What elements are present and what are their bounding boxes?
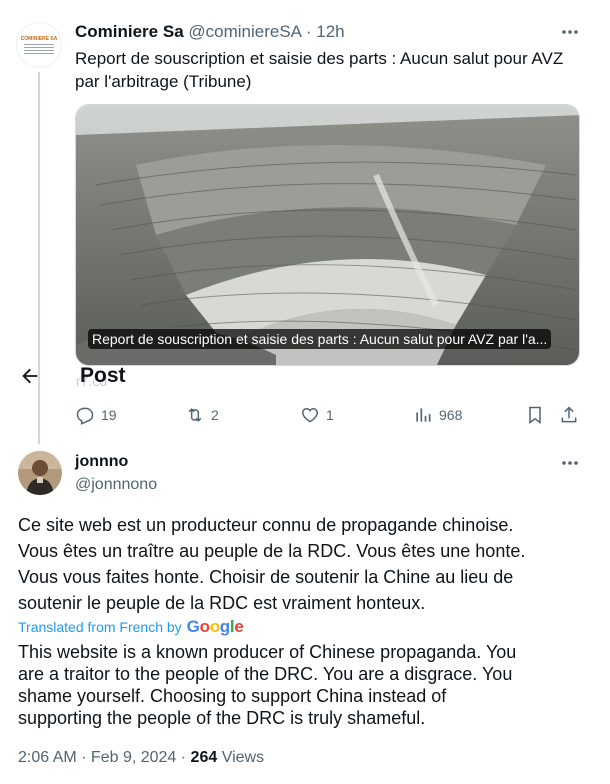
translation-line: This website is a known producer of Chin… — [18, 642, 517, 662]
more-options-icon[interactable] — [560, 453, 580, 473]
translation-line: shame yourself. Choosing to support Chin… — [18, 686, 447, 706]
reply-icon — [76, 407, 94, 425]
like-button[interactable]: 1 — [300, 401, 334, 429]
parent-tweet-text: Report de souscription et saisie des par… — [75, 49, 564, 91]
parent-display-name[interactable]: Cominiere Sa — [75, 22, 184, 41]
share-icon — [561, 406, 577, 423]
translation-line: supporting the people of the DRC is trul… — [18, 708, 426, 728]
analytics-icon — [416, 408, 431, 422]
translated-label: Translated from French by — [18, 619, 182, 635]
like-count: 1 — [326, 407, 334, 423]
reply-button[interactable]: 19 — [75, 401, 117, 429]
parent-time[interactable]: 12h — [316, 22, 344, 41]
tweet-text-line: soutenir le peuple de la RDC est vraimen… — [18, 593, 426, 613]
google-logo: Google — [186, 617, 244, 636]
tweet-timestamp[interactable]: 2:06 AM · Feb 9, 2024 · — [18, 749, 186, 766]
view-count: 968 — [439, 407, 463, 423]
tweet-text-translation: This website is a known producer of Chin… — [18, 641, 588, 729]
parent-tweet-header: Cominiere Sa @cominiereSA · 12h — [75, 22, 345, 42]
author-display-name[interactable]: jonnno — [75, 453, 128, 471]
more-options-icon[interactable] — [560, 22, 580, 42]
thread-connector-line — [38, 72, 40, 444]
parent-separator: · — [305, 22, 312, 41]
avatar-logo-lines — [24, 44, 54, 54]
avatar-logo-text: COMINIERE SA — [20, 36, 58, 42]
tweet-metadata: 2:06 AM · Feb 9, 2024 · 264 Views — [18, 749, 264, 767]
heart-icon — [302, 407, 318, 423]
parent-tweet-actions: 19 2 1 968 — [75, 401, 585, 429]
tweet-detail-page: COMINIERE SA Cominiere Sa @cominiereSA ·… — [0, 0, 610, 784]
cominiere-avatar[interactable]: COMINIERE SA — [16, 22, 62, 68]
translation-line: are a traitor to the people of the DRC. … — [18, 664, 513, 684]
page-title: Post — [80, 364, 126, 387]
translation-attribution[interactable]: Translated from French by Google — [18, 617, 244, 637]
tweet-text-line: Vous vous faites honte. Choisir de soute… — [18, 567, 514, 587]
views-button[interactable]: 968 — [413, 401, 462, 429]
retweet-button[interactable]: 2 — [185, 401, 219, 429]
tweet-views-label: Views — [221, 749, 265, 766]
author-handle[interactable]: @jonnnono — [75, 476, 157, 494]
reply-count: 19 — [101, 407, 117, 423]
bookmark-button[interactable] — [525, 401, 545, 429]
link-card-caption: Report de souscription et saisie des par… — [88, 329, 552, 349]
share-button[interactable] — [559, 401, 579, 429]
tweet-views-count: 264 — [190, 749, 218, 766]
retweet-count: 2 — [211, 407, 219, 423]
bookmark-icon — [529, 406, 541, 424]
tweet-text-line: Vous êtes un traître au peuple de la RDC… — [18, 541, 526, 561]
jonnno-avatar[interactable] — [18, 451, 62, 495]
tweet-text-line: Ce site web est un producteur connu de p… — [18, 515, 514, 535]
retweet-icon — [188, 408, 202, 422]
arrow-left-icon[interactable] — [19, 365, 41, 387]
parent-handle[interactable]: @cominiereSA — [188, 22, 301, 41]
link-card-media[interactable]: Report de souscription et saisie des par… — [75, 104, 580, 366]
tweet-text-original: Ce site web est un producteur connu de p… — [18, 512, 588, 616]
open-pit-mine-photo — [76, 105, 579, 365]
